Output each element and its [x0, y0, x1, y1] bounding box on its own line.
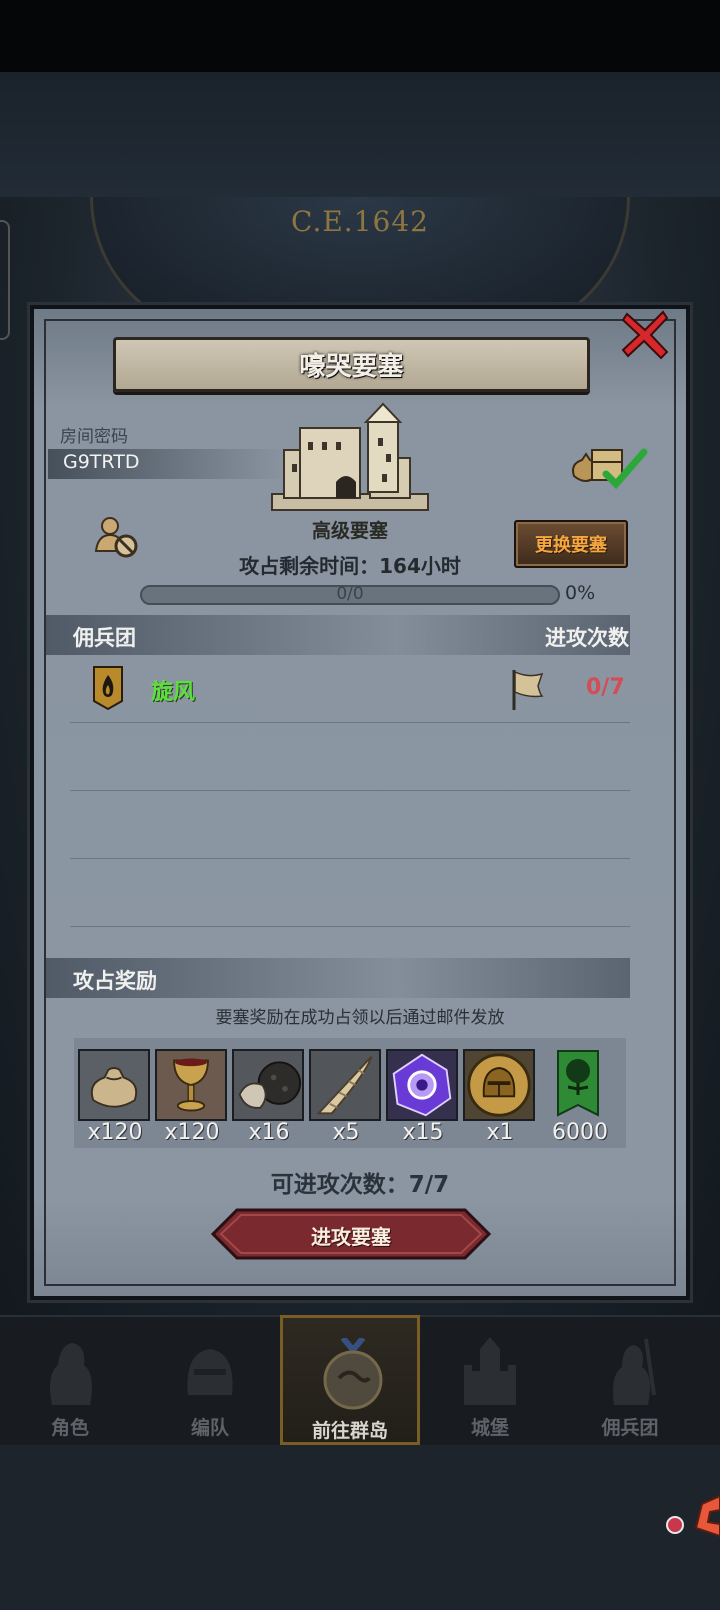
nav-item-formation[interactable]: 编队: [140, 1315, 280, 1445]
reward-qty: 6000: [552, 1120, 608, 1145]
purple-gem-icon: [392, 1053, 452, 1117]
reward-helmet-coin[interactable]: [463, 1049, 535, 1121]
tree-banner-icon: [557, 1050, 599, 1117]
guild-attack-count: 0/7: [586, 675, 625, 700]
nav-label: 城堡: [470, 1417, 509, 1439]
nav-item-islands[interactable]: 前往群岛: [280, 1315, 420, 1445]
row-divider: [70, 926, 630, 927]
rewards-header: 攻占奖励: [73, 969, 157, 993]
supplies-check-icon[interactable]: [568, 440, 648, 492]
user-blocked-icon[interactable]: [94, 515, 140, 560]
mercenary-header: 佣兵团: [73, 626, 136, 650]
reward-gem[interactable]: [386, 1049, 458, 1121]
goblet-icon: [173, 1058, 209, 1112]
reward-banner[interactable]: [548, 1049, 608, 1121]
row-divider: [70, 790, 630, 791]
nav-item-character[interactable]: 角色: [0, 1315, 140, 1445]
corner-logo-icon[interactable]: [692, 1492, 720, 1540]
reward-horn[interactable]: [309, 1049, 381, 1121]
close-button[interactable]: [615, 305, 675, 363]
compass-map-icon: [323, 1338, 383, 1410]
row-divider: [70, 722, 630, 723]
castle-icon: [271, 402, 429, 511]
change-fortress-label: 更换要塞: [535, 535, 607, 556]
room-code-value[interactable]: G9TRTD: [63, 451, 139, 473]
reward-goblet[interactable]: [155, 1049, 227, 1121]
reward-ore[interactable]: [232, 1049, 304, 1121]
dialog-title: 嚎哭要塞: [299, 352, 404, 382]
guild-fire-icon: [93, 666, 123, 711]
close-icon: [621, 310, 669, 360]
pouch-icon: [90, 1067, 138, 1108]
nav-label: 编队: [190, 1417, 229, 1439]
attack-fortress-label: 进攻要塞: [311, 1225, 391, 1249]
horn-icon: [316, 1056, 373, 1115]
notification-dot[interactable]: [666, 1516, 684, 1534]
status-bar: [0, 0, 720, 72]
flag-icon: [512, 670, 544, 710]
room-code-label: 房间密码: [60, 427, 128, 447]
occupy-progress-bar: 0/0: [140, 584, 560, 605]
guild-name[interactable]: 旋风: [151, 674, 195, 706]
fortress-type: 高级要塞: [311, 520, 388, 542]
row-divider: [70, 858, 630, 859]
nav-label: 前往群岛: [311, 1420, 388, 1442]
nav-item-mercenaries[interactable]: 佣兵团: [560, 1315, 700, 1445]
nav-item-castle[interactable]: 城堡: [420, 1315, 560, 1445]
reward-qty: x1: [486, 1120, 514, 1145]
knight-icon: [50, 1343, 92, 1405]
remaining-attacks: 可进攻次数：7/7: [270, 1172, 450, 1198]
attacks-header: 进攻次数: [545, 626, 629, 650]
change-fortress-button[interactable]: 更换要塞: [514, 520, 628, 568]
ore-icon: [238, 1061, 302, 1109]
attack-fortress-button[interactable]: 进攻要塞: [210, 1208, 492, 1260]
rewards-note: 要塞奖励在成功占领以后通过邮件发放: [215, 1008, 505, 1028]
castle-icon: [464, 1337, 516, 1405]
title-banner: 嚎哭要塞: [113, 337, 590, 392]
background-bottom: [0, 1445, 720, 1610]
time-remaining: 攻占剩余时间：164小时: [239, 554, 461, 578]
year-label: C.E.1642: [291, 205, 429, 238]
nav-label: 角色: [50, 1417, 89, 1439]
progress-text: 0/0: [336, 584, 364, 604]
reward-pouch[interactable]: [78, 1049, 150, 1121]
soldier-icon: [613, 1338, 656, 1405]
helmet-icon: [187, 1349, 233, 1395]
helmet-coin-icon: [467, 1053, 531, 1117]
side-tab: [0, 220, 10, 340]
nav-label: 佣兵团: [601, 1417, 659, 1439]
progress-percent: 0%: [565, 582, 596, 604]
background-top: [0, 72, 720, 197]
